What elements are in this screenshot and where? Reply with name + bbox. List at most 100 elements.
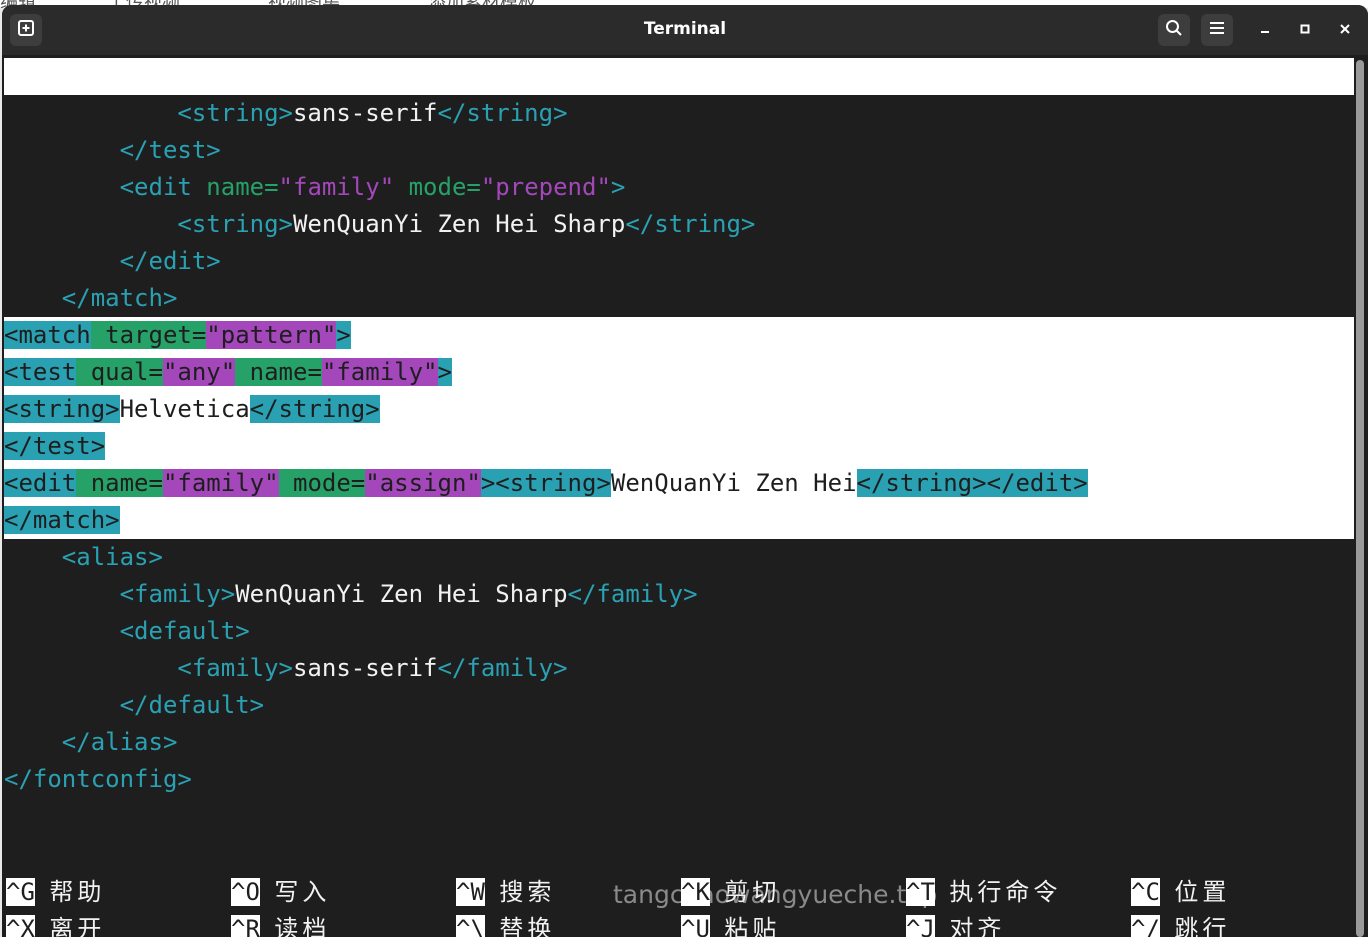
shortcut-label: 离开 [49,915,106,937]
code-line: <family>WenQuanYi Zen Hei Sharp</family> [4,576,698,613]
code-token-tag: </default> [119,691,265,719]
code-token-tag: <string> [177,99,293,127]
shortcut-label: 跳行 [1174,915,1231,937]
code-line: <string>WenQuanYi Zen Hei Sharp</string> [4,206,755,243]
shortcut-key: ^K [681,878,710,906]
shortcut-label: 替换 [499,915,556,937]
code-token-attr: name= [191,173,279,201]
search-button[interactable] [1158,14,1190,46]
shortcut-label: 写入 [274,878,331,906]
code-line: <edit name="family" mode="prepend"> [4,169,626,206]
maximize-button[interactable] [1289,14,1321,46]
minimize-button[interactable] [1249,14,1281,46]
code-token-val: "family" [162,469,279,497]
code-token-tag: </alias> [61,728,178,756]
shortcut-item: ^X 离开 [6,911,105,937]
code-token-attr: name= [235,358,322,386]
code-token-tag: </fontconfig> [4,765,192,793]
code-token-text: sans-serif [292,99,438,127]
code-line: </alias> [4,724,178,761]
code-token-val: "prepend" [480,173,611,201]
scrollbar[interactable] [1356,60,1364,937]
shortcut-item: ^G 帮助 [6,874,105,911]
code-token-attr: mode= [278,469,366,497]
code-token-text: sans-serif [292,654,438,682]
nano-header: GNU nano 7.2 /etc/fonts/conf.d/65-wqy-ze… [4,58,1354,164]
code-token-tag: </test> [119,136,221,164]
code-token-val: "pattern" [206,321,337,349]
shortcut-label: 搜索 [499,878,556,906]
shortcut-key: ^\ [456,915,485,937]
code-line: </fontconfig> [4,761,192,798]
shortcut-key: ^T [906,878,935,906]
shortcut-label: 对齐 [949,915,1006,937]
code-line: <family>sans-serif</family> [4,650,568,687]
code-line-selected: <string>Helvetica</string> [4,391,380,428]
code-token-tag: <family> [177,654,293,682]
shortcut-key: ^G [6,878,35,906]
code-token-attr: mode= [394,173,481,201]
code-token-tag: ><string> [480,469,611,497]
code-token-tag: <test [4,358,77,386]
code-token-tag: > [610,173,626,201]
code-token-tag: <edit [119,173,192,201]
title-bar: Terminal [2,5,1368,55]
shortcut-key: ^U [681,915,710,937]
code-line-selected: </match> [4,502,120,539]
close-button[interactable] [1329,14,1361,46]
shortcut-item: ^K 剪切 [681,874,780,911]
code-token-text: Helvetica [119,395,250,423]
code-line-selected: <test qual="any" name="family"> [4,354,452,391]
code-token-tag: <default> [119,617,250,645]
minimize-icon [1258,21,1272,40]
shortcut-item: ^O 写入 [231,874,330,911]
code-token-tag: <alias> [61,543,163,571]
hamburger-menu-icon [1208,19,1226,41]
shortcut-key: ^/ [1131,915,1160,937]
shortcut-key: ^X [6,915,35,937]
code-token-val: "family" [278,173,395,201]
search-icon [1165,19,1183,41]
code-token-tag: </edit> [119,247,221,275]
shortcut-label: 剪切 [724,878,781,906]
code-token-tag: </match> [61,284,178,312]
code-token-attr: target= [90,321,207,349]
shortcut-label: 读档 [274,915,331,937]
code-token-text: WenQuanYi Zen Hei [610,469,857,497]
code-line-selected: </test> [4,428,106,465]
code-token-tag: </string> [625,210,756,238]
shortcut-item: ^J 对齐 [906,911,1005,937]
code-token-tag: <match [4,321,91,349]
code-token-tag: > [437,358,452,386]
shortcut-item: ^/ 跳行 [1131,911,1230,937]
code-token-tag: <edit [4,469,77,497]
code-token-text: WenQuanYi Zen Hei Sharp [292,210,626,238]
code-line: <alias> [4,539,163,576]
code-line: <default> [4,613,250,650]
menu-button[interactable] [1201,14,1233,46]
code-token-tag: </string> [249,395,380,423]
terminal-content[interactable]: GNU nano 7.2 /etc/fonts/conf.d/65-wqy-ze… [4,58,1354,937]
code-token-tag: </string> [437,99,568,127]
code-line: </test> [4,132,221,169]
terminal-window: Terminal GNU nano 7.2 /etc/fonts/conf.d/… [2,5,1368,937]
shortcut-key: ^W [456,878,485,906]
code-line: </default> [4,687,265,724]
code-line: </edit> [4,243,221,280]
shortcut-item: ^R 读档 [231,911,330,937]
shortcut-label: 帮助 [49,878,106,906]
code-token-tag: <string> [177,210,293,238]
maximize-icon [1298,21,1312,40]
code-token-val: "assign" [365,469,481,497]
code-token-text: WenQuanYi Zen Hei Sharp [235,580,568,608]
shortcut-label: 粘贴 [724,915,781,937]
code-token-tag: </family> [437,654,568,682]
